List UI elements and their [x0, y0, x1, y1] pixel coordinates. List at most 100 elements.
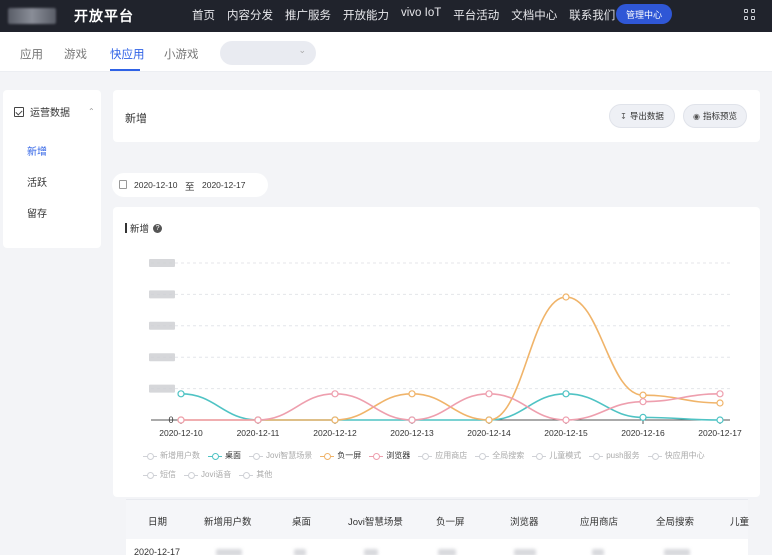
nav-home[interactable]: 首页 — [192, 7, 215, 23]
sidebar-item-active[interactable]: 活跃 — [27, 174, 47, 189]
masked-value — [514, 549, 536, 555]
legend-label: 应用商店 — [435, 451, 468, 460]
sidebar: 运营数据 ⌃ 新增 活跃 留存 — [3, 90, 101, 248]
legend-marker-icon — [208, 453, 222, 460]
legend-label: Jovi智慧场景 — [266, 451, 313, 460]
nav-docs[interactable]: 文档中心 — [511, 7, 557, 23]
end-date[interactable]: 2020-12-17 — [202, 180, 245, 190]
tab-apps[interactable]: 应用 — [20, 46, 43, 62]
data-point — [177, 390, 185, 398]
table-header-cell: 新增用户数 — [204, 517, 252, 528]
data-point — [331, 390, 339, 398]
nav-platform-events[interactable]: 平台活动 — [453, 7, 499, 23]
legend-item[interactable]: 桌面 — [208, 447, 241, 465]
legend-item[interactable]: 其他 — [239, 466, 272, 484]
brand-title: 开放平台 — [74, 8, 134, 24]
top-navigation-bar: 开放平台 首页 内容分发 推广服务 开放能力 vivo IoT 平台活动 文档中… — [0, 0, 772, 32]
app-grid-icon[interactable] — [744, 9, 756, 21]
table-header: 日期 新增用户数 桌面 Jovi智慧场景 负一屏 浏览器 应用商店 全局搜索 儿童 — [126, 499, 750, 539]
data-point — [177, 416, 185, 424]
legend-item[interactable]: Jovi语音 — [184, 466, 231, 484]
x-tick-label: 2020-12-14 — [467, 428, 511, 438]
masked-value — [364, 549, 378, 555]
x-tick-label: 2020-12-10 — [159, 428, 203, 438]
x-tick-label: 2020-12-11 — [237, 428, 280, 438]
table-header-cell: 桌面 — [292, 517, 312, 528]
nav-open-capabilities[interactable]: 开放能力 — [343, 7, 389, 23]
nav-contact[interactable]: 联系我们 — [569, 7, 615, 23]
category-tab-bar: 应用 游戏 快应用 小游戏 — [0, 32, 772, 72]
legend-item[interactable]: 短信 — [143, 466, 176, 484]
nav-promotion[interactable]: 推广服务 — [285, 7, 331, 23]
nav-vivo-iot[interactable]: vivo IoT — [401, 7, 441, 23]
masked-value — [216, 549, 242, 555]
data-point — [716, 416, 724, 424]
data-point — [639, 391, 647, 399]
legend-label: Jovi语音 — [201, 470, 232, 479]
legend-marker-icon — [418, 453, 433, 460]
data-table: 日期 新增用户数 桌面 Jovi智慧场景 负一屏 浏览器 应用商店 全局搜索 儿童 2020-1… — [126, 499, 750, 555]
table-header-cell: 儿童 — [730, 517, 750, 528]
metric-preview-button[interactable]: ◉ 指标预览 — [683, 104, 747, 128]
legend-item[interactable]: 儿童模式 — [532, 447, 581, 465]
line-chart: 0 2020-12-10 2020-12-11 2020-12-12 2020-12-1… — [149, 259, 742, 438]
sidebar-item-retention[interactable]: 留存 — [27, 205, 47, 220]
management-center-button[interactable]: 管理中心 — [616, 4, 672, 24]
legend-item[interactable]: 负一屏 — [320, 447, 361, 465]
export-data-button[interactable]: ↧ 导出数据 — [609, 104, 675, 128]
y-tick-label: 0 — [168, 415, 173, 425]
legend-item[interactable]: 全局搜索 — [475, 447, 524, 465]
table-cell-date: 2020-12-17 — [134, 547, 181, 555]
legend-marker-icon — [647, 453, 662, 460]
legend-label: 其他 — [256, 470, 273, 479]
sidebar-section-operations-data[interactable]: 运营数据 ⌃ — [14, 104, 95, 119]
legend-marker-icon — [589, 453, 604, 460]
data-point — [639, 398, 647, 406]
masked-value — [294, 549, 306, 555]
data-point — [408, 390, 416, 398]
chart-check-icon — [14, 106, 24, 117]
page-title: 新增 — [125, 113, 147, 125]
legend-marker-icon — [369, 453, 384, 460]
chevron-down-icon: ⌄ — [298, 45, 306, 55]
legend-item[interactable]: 浏览器 — [369, 447, 410, 465]
sidebar-item-new[interactable]: 新增 — [27, 143, 47, 158]
legend-label: 桌面 — [225, 451, 241, 460]
masked-y-tick-label — [149, 321, 175, 330]
logo[interactable] — [8, 5, 72, 27]
data-point — [716, 399, 724, 407]
legend-item[interactable]: 快应用中心 — [647, 447, 705, 465]
table-header-cell: 日期 — [148, 517, 168, 528]
legend-item[interactable]: Jovi智慧场景 — [249, 447, 312, 465]
data-point — [408, 416, 416, 424]
date-range-picker[interactable]: 2020-12-10 至 2020-12-17 — [112, 173, 268, 197]
export-data-label: 导出数据 — [629, 111, 664, 121]
legend-label: 快应用中心 — [664, 451, 705, 460]
tab-games[interactable]: 游戏 — [64, 46, 87, 62]
sidebar-section-label: 运营数据 — [30, 108, 70, 119]
data-point — [562, 293, 570, 301]
chart-card: 新增 ? 0 2020-12-10 2020-12-11 2020-12-12 2020… — [113, 207, 760, 497]
legend-item[interactable]: 应用商店 — [418, 447, 467, 465]
start-date[interactable]: 2020-12-10 — [134, 180, 177, 190]
metric-preview-label: 指标预览 — [702, 111, 737, 121]
nav-content-distribution[interactable]: 内容分发 — [227, 7, 273, 23]
table-header-cell: Jovi智慧场景 — [348, 517, 403, 528]
data-point — [716, 390, 724, 398]
tab-mini-games[interactable]: 小游戏 — [164, 46, 199, 62]
legend-marker-icon — [143, 453, 157, 460]
eye-icon: ◉ — [693, 111, 700, 121]
masked-y-tick-label — [149, 259, 175, 267]
x-tick-label: 2020-12-16 — [621, 428, 665, 438]
main-nav: 首页 内容分发 推广服务 开放能力 vivo IoT 平台活动 文档中心 联系我… — [192, 7, 627, 23]
calendar-icon — [119, 180, 127, 189]
table-header-cell: 浏览器 — [510, 517, 539, 528]
legend-item[interactable]: push服务 — [589, 447, 640, 465]
download-icon: ↧ — [620, 111, 627, 121]
legend-item[interactable]: 新增用户数 — [143, 447, 200, 465]
legend-marker-icon — [320, 453, 335, 460]
legend-label: 全局搜索 — [492, 451, 525, 460]
tab-quick-apps[interactable]: 快应用 — [110, 46, 145, 62]
page-header-card: 新增 ↧ 导出数据 ◉ 指标预览 — [113, 90, 760, 142]
app-selector-dropdown[interactable]: ⌄ — [220, 41, 316, 65]
